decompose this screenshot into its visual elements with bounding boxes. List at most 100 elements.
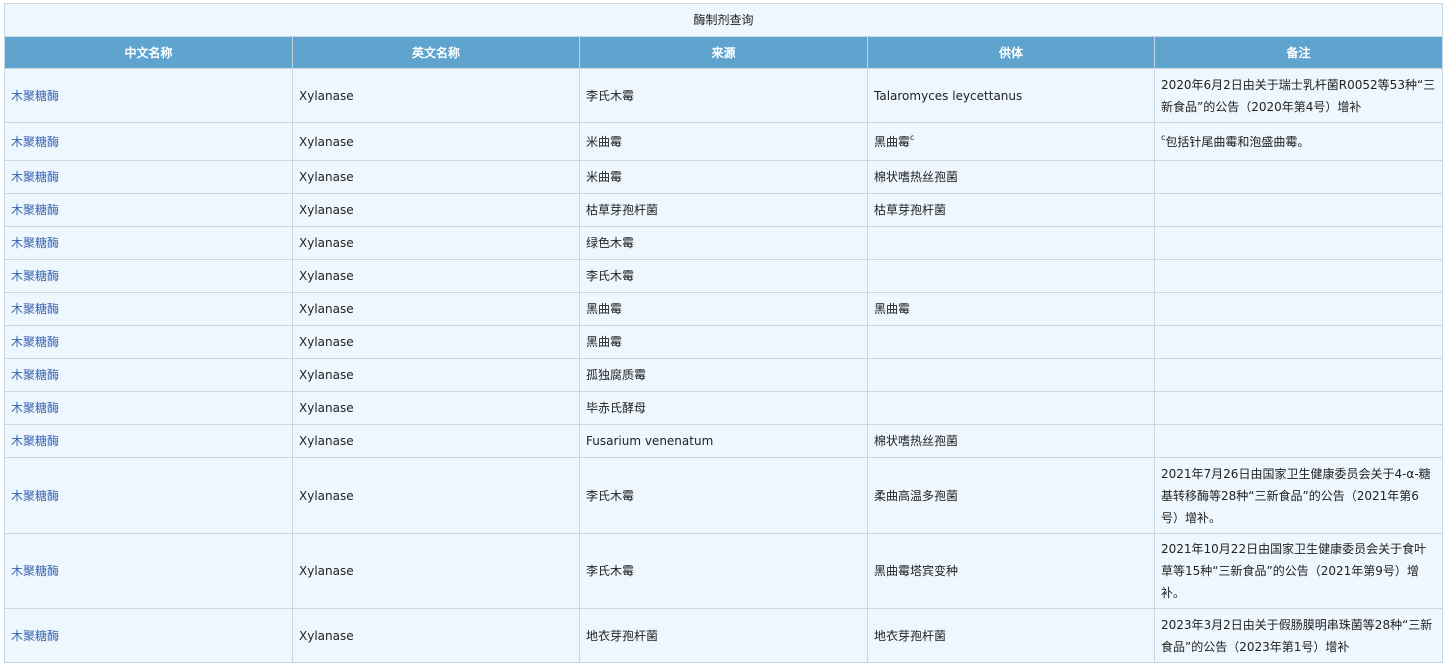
cell-chinese-name: 木聚糖酶 — [4, 457, 293, 534]
cell-source: 黑曲霉 — [579, 325, 868, 359]
table-row: 木聚糖酶 Xylanase 米曲霉 棉状嗜热丝孢菌 — [4, 160, 1443, 194]
enzyme-link[interactable]: 木聚糖酶 — [11, 89, 59, 103]
table-row: 木聚糖酶 Xylanase 地衣芽孢杆菌 地衣芽孢杆菌 2023年3月2日由关于… — [4, 608, 1443, 663]
cell-source: 李氏木霉 — [579, 259, 868, 293]
table-row: 木聚糖酶 Xylanase 米曲霉 黑曲霉c c包括针尾曲霉和泡盛曲霉。 — [4, 122, 1443, 161]
cell-chinese-name: 木聚糖酶 — [4, 325, 293, 359]
cell-donor: 棉状嗜热丝孢菌 — [867, 424, 1155, 458]
cell-source: 孤独腐质霉 — [579, 358, 868, 392]
enzyme-link[interactable]: 木聚糖酶 — [11, 236, 59, 250]
cell-source: 李氏木霉 — [579, 68, 868, 123]
enzyme-link[interactable]: 木聚糖酶 — [11, 170, 59, 184]
enzyme-link[interactable]: 木聚糖酶 — [11, 434, 59, 448]
enzyme-link[interactable]: 木聚糖酶 — [11, 629, 59, 643]
cell-donor: 棉状嗜热丝孢菌 — [867, 160, 1155, 194]
enzyme-query-table: 酶制剂查询 中文名称 英文名称 来源 供体 备注 木聚糖酶 Xylanase 李… — [4, 3, 1443, 663]
cell-chinese-name: 木聚糖酶 — [4, 292, 293, 326]
enzyme-link[interactable]: 木聚糖酶 — [11, 135, 59, 149]
cell-english-name: Xylanase — [292, 122, 580, 161]
table-row: 木聚糖酶 Xylanase 李氏木霉 黑曲霉塔宾变种 2021年10月22日由国… — [4, 533, 1443, 609]
cell-english-name: Xylanase — [292, 68, 580, 123]
cell-english-name: Xylanase — [292, 292, 580, 326]
table-row: 木聚糖酶 Xylanase 毕赤氏酵母 — [4, 391, 1443, 425]
cell-donor — [867, 391, 1155, 425]
table-row: 木聚糖酶 Xylanase Fusarium venenatum 棉状嗜热丝孢菌 — [4, 424, 1443, 458]
cell-remarks: c包括针尾曲霉和泡盛曲霉。 — [1154, 122, 1443, 161]
cell-source: 枯草芽孢杆菌 — [579, 193, 868, 227]
table-row: 木聚糖酶 Xylanase 李氏木霉 — [4, 259, 1443, 293]
cell-chinese-name: 木聚糖酶 — [4, 259, 293, 293]
cell-source: 毕赤氏酵母 — [579, 391, 868, 425]
cell-donor — [867, 259, 1155, 293]
cell-source: 黑曲霉 — [579, 292, 868, 326]
header-remarks: 备注 — [1154, 36, 1443, 69]
header-chinese-name: 中文名称 — [4, 36, 293, 69]
cell-english-name: Xylanase — [292, 391, 580, 425]
cell-donor — [867, 226, 1155, 260]
cell-remarks — [1154, 358, 1443, 392]
cell-source: 李氏木霉 — [579, 457, 868, 534]
enzyme-link[interactable]: 木聚糖酶 — [11, 302, 59, 316]
cell-english-name: Xylanase — [292, 259, 580, 293]
cell-donor: Talaromyces leycettanus — [867, 68, 1155, 123]
cell-english-name: Xylanase — [292, 424, 580, 458]
enzyme-link[interactable]: 木聚糖酶 — [11, 335, 59, 349]
cell-remarks — [1154, 226, 1443, 260]
cell-remarks: 2021年10月22日由国家卫生健康委员会关于食叶草等15种“三新食品”的公告（… — [1154, 533, 1443, 609]
cell-source: 李氏木霉 — [579, 533, 868, 609]
cell-english-name: Xylanase — [292, 358, 580, 392]
cell-chinese-name: 木聚糖酶 — [4, 226, 293, 260]
cell-remarks — [1154, 292, 1443, 326]
enzyme-table-container: 酶制剂查询 中文名称 英文名称 来源 供体 备注 木聚糖酶 Xylanase 李… — [4, 3, 1443, 663]
enzyme-link[interactable]: 木聚糖酶 — [11, 203, 59, 217]
cell-source: Fusarium venenatum — [579, 424, 868, 458]
cell-source: 米曲霉 — [579, 122, 868, 161]
cell-chinese-name: 木聚糖酶 — [4, 122, 293, 161]
header-donor: 供体 — [867, 36, 1155, 69]
cell-english-name: Xylanase — [292, 457, 580, 534]
enzyme-link[interactable]: 木聚糖酶 — [11, 269, 59, 283]
table-row: 木聚糖酶 Xylanase 孤独腐质霉 — [4, 358, 1443, 392]
cell-donor: 地衣芽孢杆菌 — [867, 608, 1155, 663]
cell-remarks — [1154, 160, 1443, 194]
cell-chinese-name: 木聚糖酶 — [4, 533, 293, 609]
header-source: 来源 — [579, 36, 868, 69]
enzyme-link[interactable]: 木聚糖酶 — [11, 401, 59, 415]
table-row: 木聚糖酶 Xylanase 李氏木霉 柔曲高温多孢菌 2021年7月26日由国家… — [4, 457, 1443, 534]
cell-donor: 黑曲霉 — [867, 292, 1155, 326]
cell-source: 米曲霉 — [579, 160, 868, 194]
cell-english-name: Xylanase — [292, 193, 580, 227]
table-row: 木聚糖酶 Xylanase 黑曲霉 黑曲霉 — [4, 292, 1443, 326]
cell-chinese-name: 木聚糖酶 — [4, 358, 293, 392]
cell-remarks: 2020年6月2日由关于瑞士乳杆菌R0052等53种“三新食品”的公告（2020… — [1154, 68, 1443, 123]
cell-chinese-name: 木聚糖酶 — [4, 424, 293, 458]
table-row: 木聚糖酶 Xylanase 李氏木霉 Talaromyces leycettan… — [4, 68, 1443, 123]
cell-remarks — [1154, 193, 1443, 227]
cell-remarks: 2023年3月2日由关于假肠膜明串珠菌等28种“三新食品”的公告（2023年第1… — [1154, 608, 1443, 663]
cell-chinese-name: 木聚糖酶 — [4, 193, 293, 227]
enzyme-link[interactable]: 木聚糖酶 — [11, 489, 59, 503]
cell-remarks — [1154, 259, 1443, 293]
enzyme-link[interactable]: 木聚糖酶 — [11, 564, 59, 578]
cell-donor: 柔曲高温多孢菌 — [867, 457, 1155, 534]
header-row: 中文名称 英文名称 来源 供体 备注 — [4, 36, 1443, 69]
table-caption: 酶制剂查询 — [4, 3, 1443, 36]
enzyme-link[interactable]: 木聚糖酶 — [11, 368, 59, 382]
table-row: 木聚糖酶 Xylanase 黑曲霉 — [4, 325, 1443, 359]
cell-source: 地衣芽孢杆菌 — [579, 608, 868, 663]
cell-english-name: Xylanase — [292, 226, 580, 260]
cell-chinese-name: 木聚糖酶 — [4, 160, 293, 194]
table-row: 木聚糖酶 Xylanase 枯草芽孢杆菌 枯草芽孢杆菌 — [4, 193, 1443, 227]
cell-chinese-name: 木聚糖酶 — [4, 608, 293, 663]
cell-english-name: Xylanase — [292, 608, 580, 663]
cell-chinese-name: 木聚糖酶 — [4, 391, 293, 425]
cell-remarks: 2021年7月26日由国家卫生健康委员会关于4-α-糖基转移酶等28种“三新食品… — [1154, 457, 1443, 534]
cell-source: 绿色木霉 — [579, 226, 868, 260]
cell-donor — [867, 325, 1155, 359]
cell-donor — [867, 358, 1155, 392]
cell-donor: 黑曲霉塔宾变种 — [867, 533, 1155, 609]
cell-donor: 黑曲霉c — [867, 122, 1155, 161]
cell-english-name: Xylanase — [292, 160, 580, 194]
cell-english-name: Xylanase — [292, 325, 580, 359]
cell-remarks — [1154, 424, 1443, 458]
